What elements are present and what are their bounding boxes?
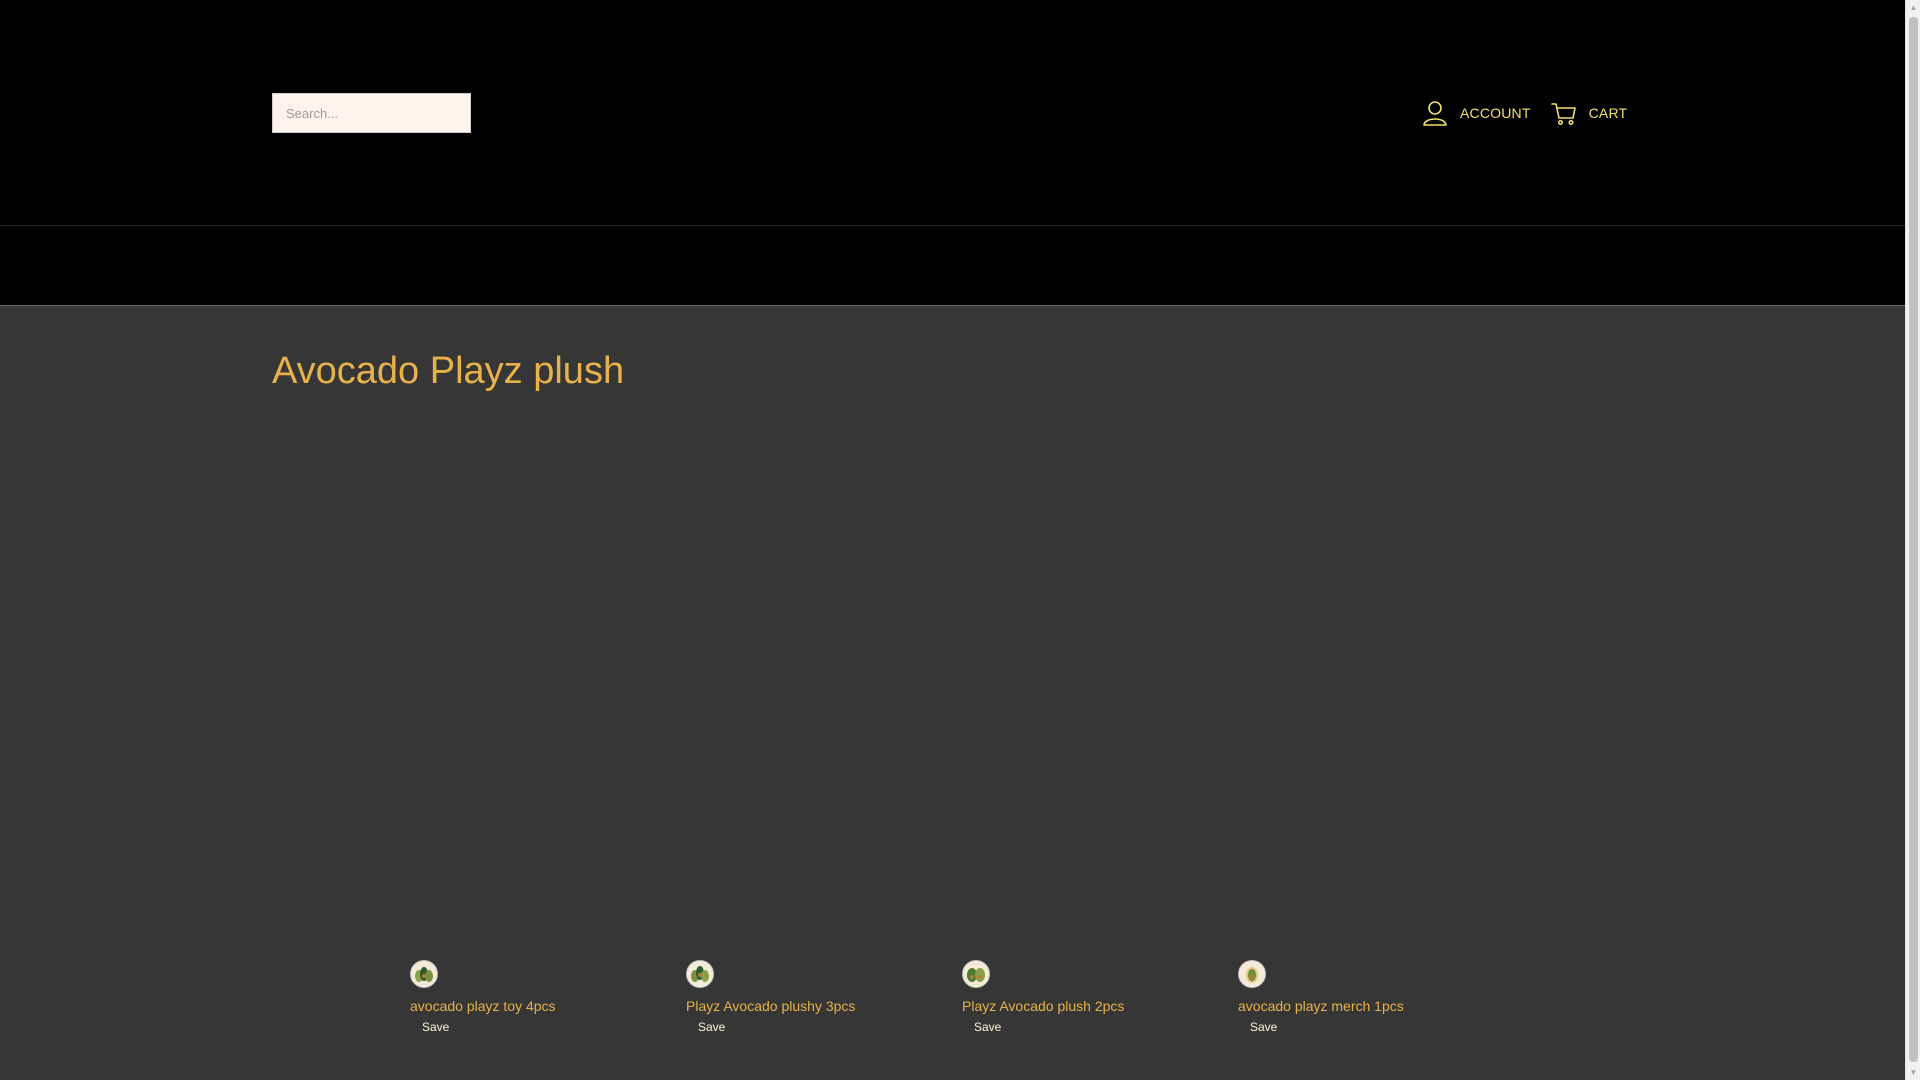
- avocado-plush-thumbnail-icon: [688, 962, 712, 986]
- product-card[interactable]: avocado playz toy 4pcs Save: [410, 960, 650, 1036]
- avocado-plush-thumbnail-icon: [964, 962, 988, 986]
- cart-label: CART: [1588, 105, 1628, 121]
- cart-link[interactable]: CART: [1549, 98, 1628, 128]
- product-card[interactable]: Playz Avocado plushy 3pcs Save: [686, 960, 926, 1036]
- product-title[interactable]: Playz Avocado plushy 3pcs: [686, 998, 926, 1014]
- header-links: ACCOUNT CART: [1420, 97, 1627, 129]
- save-badge: Save: [422, 1020, 450, 1034]
- product-title[interactable]: avocado playz toy 4pcs: [410, 998, 650, 1014]
- scrollbar-thumb[interactable]: [1909, 17, 1918, 1062]
- site-header: ACCOUNT CART: [0, 0, 1905, 226]
- save-badge: Save: [698, 1020, 726, 1034]
- product-card[interactable]: avocado playz merch 1pcs Save: [1238, 960, 1478, 1036]
- product-swatch[interactable]: [686, 960, 714, 988]
- product-card[interactable]: Playz Avocado plush 2pcs Save: [962, 960, 1202, 1036]
- save-badge: Save: [974, 1020, 1002, 1034]
- vertical-scrollbar[interactable]: ▲ ▼: [1905, 0, 1920, 1080]
- account-link[interactable]: ACCOUNT: [1420, 98, 1531, 128]
- account-label: ACCOUNT: [1460, 105, 1531, 121]
- product-title[interactable]: avocado playz merch 1pcs: [1238, 998, 1478, 1014]
- page: ACCOUNT CART Avocado Playz plush: [0, 0, 1905, 1080]
- scroll-up-arrow-icon[interactable]: ▲: [1906, 0, 1920, 15]
- cart-icon: [1549, 98, 1579, 128]
- product-swatch[interactable]: [1238, 960, 1266, 988]
- avocado-plush-thumbnail-icon: [412, 962, 436, 986]
- product-swatch[interactable]: [410, 960, 438, 988]
- avocado-plush-thumbnail-icon: [1240, 962, 1264, 986]
- scroll-down-arrow-icon[interactable]: ▼: [1906, 1065, 1920, 1080]
- product-swatch[interactable]: [962, 960, 990, 988]
- collection-title: Avocado Playz plush: [272, 350, 625, 392]
- search-input[interactable]: [272, 93, 471, 133]
- user-icon: [1420, 98, 1450, 128]
- save-badge: Save: [1250, 1020, 1278, 1034]
- product-title[interactable]: Playz Avocado plush 2pcs: [962, 998, 1202, 1014]
- navigation-bar: [0, 226, 1905, 306]
